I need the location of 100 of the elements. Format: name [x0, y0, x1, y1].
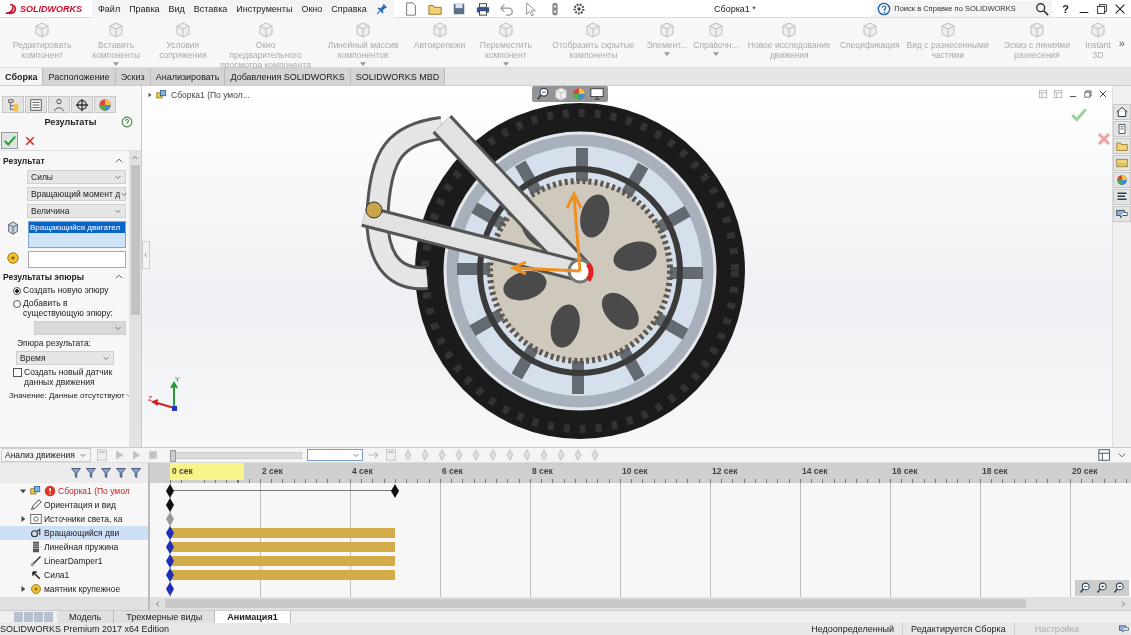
dropdown[interactable]: Вращающий момент д — [27, 187, 126, 201]
tree-item[interactable]: маятник крупежное — [0, 582, 148, 596]
slider-thumb[interactable] — [170, 449, 176, 462]
input-field[interactable] — [28, 251, 126, 268]
collapse-handle[interactable] — [142, 241, 150, 269]
expand-arrow-icon[interactable] — [20, 586, 26, 592]
zoom-fit-icon[interactable] — [1079, 582, 1091, 594]
print-icon[interactable] — [475, 1, 490, 16]
feature-tree-tab[interactable] — [2, 96, 24, 113]
zoom-in-icon[interactable] — [1096, 582, 1108, 594]
radio-option[interactable]: Добавить в существующую эпюру: — [3, 298, 126, 319]
filter-icon[interactable] — [70, 467, 82, 479]
tab[interactable]: Анимация1 — [215, 611, 291, 623]
menu-item[interactable]: Окно — [301, 3, 323, 14]
scrollbar-track[interactable] — [0, 597, 148, 610]
playback-slider[interactable] — [172, 451, 302, 459]
keyframe-marker[interactable] — [391, 484, 399, 498]
dropdown[interactable]: Время — [16, 351, 114, 366]
keyframe-marker[interactable] — [166, 582, 174, 596]
tree-item[interactable]: Вращающийся дви — [0, 526, 148, 540]
menu-item[interactable]: Инструменты — [236, 3, 293, 14]
restore-icon[interactable] — [1095, 1, 1109, 16]
expand-arrow-icon[interactable] — [20, 516, 26, 522]
menu-item[interactable]: Справка — [331, 3, 367, 14]
tree-item[interactable]: LinearDamper1 — [0, 554, 148, 568]
play-icon[interactable] — [130, 449, 142, 461]
zoom-icon[interactable] — [536, 87, 550, 101]
list-item[interactable]: Вращающийся двигател — [29, 222, 125, 233]
radio-option[interactable]: Создать новую эпюру — [3, 286, 126, 296]
help-icon[interactable] — [877, 1, 892, 16]
collapse-icon[interactable] — [114, 156, 124, 166]
monitor-icon[interactable] — [590, 87, 604, 101]
tab[interactable]: Расположение — [43, 68, 116, 85]
tree-item[interactable]: Линейная пружина — [0, 540, 148, 554]
filter-icon[interactable] — [130, 467, 142, 479]
check-icon[interactable] — [1070, 106, 1088, 124]
checkbox[interactable]: Создать новый датчик данных движения — [3, 368, 126, 388]
stop-icon[interactable] — [147, 449, 159, 461]
viewport-layout-icon[interactable] — [1053, 89, 1063, 99]
scroll-left-icon[interactable] — [154, 599, 162, 608]
ok-button[interactable] — [1, 132, 18, 149]
expand-arrow-icon[interactable] — [20, 488, 26, 494]
scroll-right-icon[interactable] — [1119, 599, 1127, 608]
tab[interactable]: Модель — [57, 611, 115, 623]
scroll-up-icon[interactable] — [131, 154, 139, 162]
tab[interactable]: Анализировать — [150, 68, 226, 85]
scrollbar-thumb[interactable] — [165, 599, 1026, 608]
menu-item[interactable]: Файл — [98, 3, 121, 14]
scrollbar-thumb[interactable] — [130, 165, 140, 315]
restore-icon[interactable] — [1083, 89, 1093, 99]
keyframe-marker[interactable] — [166, 526, 174, 540]
menu-item[interactable]: Вставка — [193, 3, 228, 14]
keyframe-marker[interactable] — [166, 568, 174, 582]
selection-list[interactable]: Вращающийся двигател — [28, 221, 126, 248]
more-button[interactable]: » — [1114, 18, 1129, 67]
table-icon[interactable] — [1098, 448, 1112, 462]
crosshair-tab[interactable] — [71, 96, 93, 113]
keyframe-marker[interactable] — [166, 540, 174, 554]
filter-icon[interactable] — [115, 467, 127, 479]
tree-item[interactable]: Сборка1 (По умол — [0, 484, 148, 498]
study-dropdown[interactable]: Анализ движения — [1, 448, 91, 462]
tree-item[interactable]: Ориентация и вид — [0, 498, 148, 512]
current-time-marker[interactable] — [170, 463, 244, 480]
tab[interactable]: Добавления SOLIDWORKS — [225, 68, 351, 85]
cursor-icon[interactable] — [523, 1, 538, 16]
settings-icon[interactable] — [571, 1, 586, 16]
close-icon[interactable] — [1098, 89, 1108, 99]
tab[interactable]: SOLIDWORKS MBD — [350, 68, 446, 85]
zoom-out-icon[interactable] — [1113, 582, 1125, 594]
expand-arrow-icon[interactable] — [147, 92, 153, 98]
help-button[interactable]: ? — [1062, 2, 1069, 15]
color-wheel-tab[interactable] — [94, 96, 116, 113]
dropdown[interactable]: Силы — [27, 170, 126, 184]
home-tab[interactable] — [1113, 104, 1131, 120]
menu-item[interactable]: Правка — [129, 3, 160, 14]
filter-icon[interactable] — [100, 467, 112, 479]
tree-item[interactable]: Сила1 — [0, 568, 148, 582]
tab[interactable]: Сборка — [0, 68, 44, 85]
color-wheel-icon[interactable] — [572, 87, 586, 101]
filter-icon[interactable] — [85, 467, 97, 479]
image-tab[interactable] — [1113, 155, 1131, 171]
search-icon[interactable] — [1035, 1, 1050, 16]
book-tab[interactable] — [1113, 121, 1131, 137]
chat-icon[interactable] — [1119, 624, 1129, 634]
dropdown[interactable]: Величина — [27, 204, 126, 218]
help-icon[interactable] — [121, 116, 133, 128]
menu-item[interactable]: Вид — [168, 3, 185, 14]
collapse-icon[interactable] — [114, 272, 124, 282]
cancel-icon[interactable] — [24, 134, 36, 147]
tab[interactable]: Эскиз — [115, 68, 151, 85]
list-tab[interactable] — [1113, 189, 1131, 205]
pin-icon[interactable] — [375, 2, 388, 15]
play-icon[interactable] — [113, 449, 125, 461]
keyframe-marker[interactable] — [166, 484, 174, 498]
chat-tab[interactable] — [1113, 206, 1131, 222]
keyframe-marker[interactable] — [166, 512, 174, 526]
property-list-tab[interactable] — [25, 96, 47, 113]
tree-item[interactable]: Источники света, ка — [0, 512, 148, 526]
keyframe-marker[interactable] — [166, 554, 174, 568]
viewport-layout-icon[interactable] — [1038, 89, 1048, 99]
